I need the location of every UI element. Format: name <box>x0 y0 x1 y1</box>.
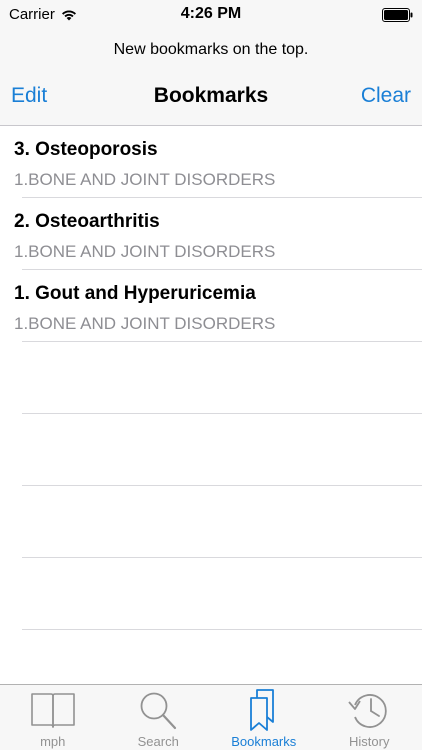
empty-row <box>0 486 422 558</box>
navigation-bar: Edit Bookmarks Clear <box>0 80 422 114</box>
tab-label: Bookmarks <box>231 734 297 749</box>
bookmark-category: 1.BONE AND JOINT DISORDERS <box>14 170 276 189</box>
empty-row <box>0 342 422 414</box>
clear-button[interactable]: Clear <box>361 84 411 108</box>
tab-label: History <box>349 734 390 749</box>
header: Carrier 4:26 PM New bookmarks on the top… <box>0 0 422 126</box>
bookmark-category: 1.BONE AND JOINT DISORDERS <box>14 314 276 333</box>
empty-row <box>0 558 422 630</box>
bookmark-row[interactable]: 1. Gout and Hyperuricemia 1.BONE AND JOI… <box>0 270 422 342</box>
tab-bookmarks[interactable]: Bookmarks <box>211 685 317 750</box>
bookmarks-hint: New bookmarks on the top. <box>113 41 309 58</box>
search-icon <box>140 692 177 730</box>
bookmark-category: 1.BONE AND JOINT DISORDERS <box>14 242 276 261</box>
book-icon <box>30 693 75 728</box>
page-title: Bookmarks <box>153 84 269 107</box>
history-icon <box>348 694 387 728</box>
bookmark-row[interactable]: 2. Osteoarthritis 1.BONE AND JOINT DISOR… <box>0 198 422 270</box>
tab-bar: mph Search Bookmarks History <box>0 684 422 750</box>
bookmark-title: 1. Gout and Hyperuricemia <box>14 283 256 304</box>
status-bar: Carrier 4:26 PM <box>0 0 422 30</box>
bookmarks-icon <box>249 689 274 731</box>
battery-icon <box>382 8 413 22</box>
bookmark-row[interactable]: 3. Osteoporosis 1.BONE AND JOINT DISORDE… <box>0 126 422 198</box>
bookmark-title: 3. Osteoporosis <box>14 139 158 160</box>
tab-label: mph <box>40 734 66 749</box>
empty-row <box>0 414 422 486</box>
tab-history[interactable]: History <box>317 685 422 750</box>
tab-label: Search <box>137 734 179 749</box>
screen: Carrier 4:26 PM New bookmarks on the top… <box>0 0 422 750</box>
status-time: 4:26 PM <box>180 5 242 22</box>
tab-search[interactable]: Search <box>106 685 212 750</box>
bookmark-list: 3. Osteoporosis 1.BONE AND JOINT DISORDE… <box>0 126 422 684</box>
bookmark-title: 2. Osteoarthritis <box>14 211 160 232</box>
tab-mph[interactable]: mph <box>0 685 106 750</box>
